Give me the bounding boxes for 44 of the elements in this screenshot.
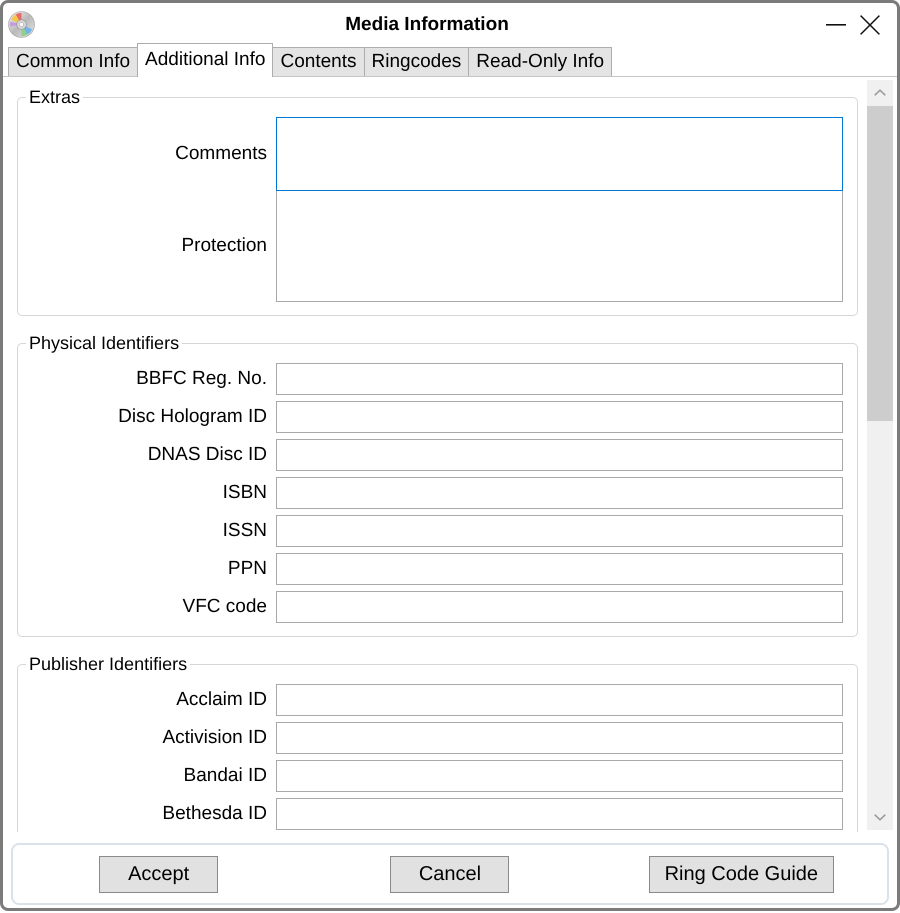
field-label: PPN	[226, 558, 267, 580]
field-label: VFC code	[182, 596, 267, 618]
text-field[interactable]	[276, 760, 843, 792]
tab[interactable]: Ringcodes	[364, 47, 470, 76]
text-field[interactable]	[276, 439, 843, 471]
text-field[interactable]	[276, 798, 843, 830]
tab[interactable]: Read-Only Info	[468, 47, 612, 76]
dialog-button[interactable]: Cancel	[390, 856, 510, 892]
text-field[interactable]	[276, 363, 843, 395]
disc-icon	[8, 11, 35, 38]
field-label: Disc Hologram ID	[117, 406, 267, 428]
field-label: Comments	[174, 143, 267, 165]
text-field[interactable]	[276, 477, 843, 509]
field-label: Acclaim ID	[175, 689, 267, 711]
field-label: BBFC Reg. No.	[135, 368, 267, 390]
chevron-up-icon	[874, 89, 886, 96]
text-field[interactable]	[276, 684, 843, 716]
text-area[interactable]	[276, 190, 843, 302]
field-label: ISBN	[222, 482, 267, 504]
chevron-down-icon	[874, 814, 886, 821]
dialog-button[interactable]: Accept	[99, 856, 218, 892]
tab[interactable]: Common Info	[8, 47, 138, 76]
close-icon	[860, 14, 880, 34]
field-label: ISSN	[222, 520, 267, 542]
field-label: DNAS Disc ID	[146, 444, 267, 466]
text-field[interactable]	[276, 591, 843, 623]
window-title: Media Information	[344, 14, 510, 36]
field-label: Bandai ID	[182, 765, 267, 787]
text-field[interactable]	[276, 401, 843, 433]
section-title: Extras	[28, 87, 82, 107]
section-title: Physical Identifiers	[28, 333, 180, 353]
section-title: Publisher Identifiers	[28, 654, 188, 674]
field-label: Protection	[180, 235, 267, 257]
text-field[interactable]	[276, 553, 843, 585]
field-label: Bethesda ID	[161, 803, 267, 825]
tab[interactable]: Additional Info	[137, 43, 274, 77]
text-field[interactable]	[276, 515, 843, 547]
tab[interactable]: Contents	[272, 47, 365, 76]
scrollbar-thumb[interactable]	[867, 106, 893, 421]
field-label: Activision ID	[161, 727, 267, 749]
text-area[interactable]	[276, 117, 843, 191]
text-field[interactable]	[276, 722, 843, 754]
dialog-button[interactable]: Ring Code Guide	[648, 856, 834, 892]
minimize-icon	[826, 24, 846, 26]
